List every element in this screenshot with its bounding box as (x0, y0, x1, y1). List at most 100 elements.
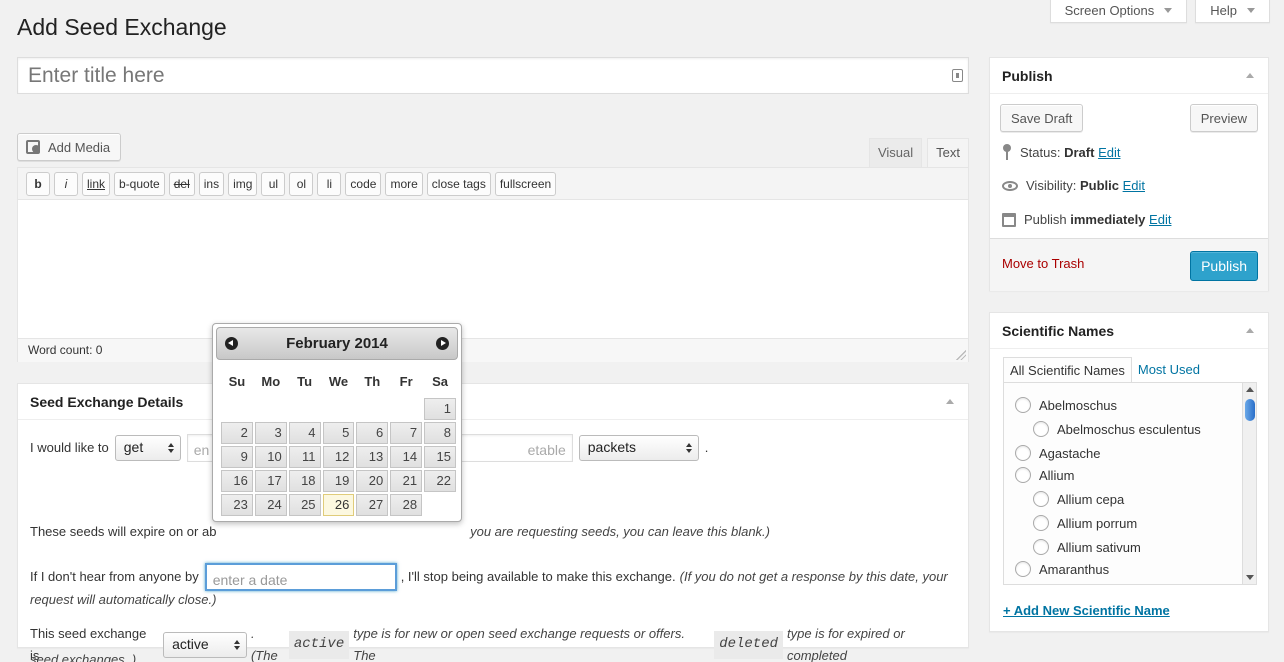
calendar-day[interactable]: 1 (424, 398, 456, 420)
calendar-day[interactable]: 13 (356, 446, 389, 468)
calendar-day[interactable]: 11 (288, 446, 321, 468)
calendar-day[interactable]: 5 (322, 422, 355, 444)
calendar-day[interactable]: 8 (424, 422, 456, 444)
list-item[interactable]: Allium cepa (1033, 491, 1124, 507)
list-item-label: Allium cepa (1057, 491, 1125, 507)
post-title-input[interactable]: Enter title here (17, 57, 969, 94)
prev-month-icon[interactable] (225, 337, 238, 350)
resize-handle-icon[interactable] (956, 350, 966, 360)
calendar-day[interactable]: 6 (356, 422, 389, 444)
qt-ul-button[interactable]: ul (261, 172, 286, 196)
calendar-day[interactable]: 25 (288, 494, 321, 516)
list-item[interactable]: Allium sativum (1033, 539, 1141, 555)
edit-visibility-link[interactable]: Edit (1123, 178, 1145, 193)
tab-text[interactable]: Text (927, 138, 969, 167)
radio-button[interactable] (1015, 467, 1031, 483)
qt-li-button[interactable]: li (317, 172, 342, 196)
calendar-day[interactable]: 22 (424, 470, 456, 492)
calendar-day[interactable]: 27 (356, 494, 389, 516)
calendar-day[interactable]: 28 (390, 494, 423, 516)
qt-code-button[interactable]: code (345, 172, 382, 196)
calendar-day[interactable]: 21 (390, 470, 423, 492)
qt-del-button[interactable]: del (168, 172, 195, 196)
scroll-thumb[interactable] (1245, 399, 1255, 421)
add-new-scientific-name-link[interactable]: + Add New Scientific Name (1003, 603, 1170, 618)
line4-note-d: seed exchanges. ) (30, 652, 137, 662)
calendar-day[interactable]: 20 (356, 470, 389, 492)
qt-more-button[interactable]: more (385, 172, 423, 196)
list-item-label: Allium sativum (1057, 539, 1141, 555)
exchange-status-select[interactable]: active (163, 632, 247, 659)
move-to-trash-link[interactable]: Move to Trash (1002, 256, 1084, 271)
next-month-icon[interactable] (436, 337, 449, 350)
deadline-date-input[interactable]: enter a date (204, 563, 397, 591)
visibility-row: Visibility: Public Edit (1002, 178, 1145, 193)
radio-button[interactable] (1033, 539, 1049, 555)
content-textarea[interactable] (18, 200, 968, 338)
list-item[interactable]: Allium porrum (1033, 515, 1137, 531)
weekday-header: Sa (432, 373, 448, 389)
add-media-button[interactable]: Add Media (17, 133, 122, 161)
qt-ins-button[interactable]: ins (198, 172, 225, 196)
calendar-day[interactable]: 24 (254, 494, 287, 516)
help-tab[interactable]: Help (1195, 0, 1270, 23)
screen-options-tab[interactable]: Screen Options (1049, 0, 1188, 23)
edit-schedule-link[interactable]: Edit (1149, 212, 1171, 227)
list-item[interactable]: Abelmoschus esculentus (1033, 421, 1201, 437)
keyboard-icon[interactable] (952, 69, 963, 82)
edit-status-link[interactable]: Edit (1098, 145, 1120, 160)
calendar-day[interactable]: 10 (254, 446, 287, 468)
list-item-label: Abelmoschus (1039, 397, 1118, 413)
radio-button[interactable] (1015, 561, 1031, 577)
calendar-day[interactable]: 15 (424, 446, 456, 468)
qt-ol-button[interactable]: ol (289, 172, 314, 196)
radio-button[interactable] (1033, 515, 1049, 531)
publish-button[interactable]: Publish (1190, 251, 1258, 281)
collapse-arrow-icon[interactable] (1246, 328, 1254, 333)
unit-select[interactable]: packets (578, 435, 699, 461)
calendar-day[interactable]: 19 (322, 470, 355, 492)
radio-button[interactable] (1033, 421, 1049, 437)
tab-all-scientific-names[interactable]: All Scientific Names (1003, 357, 1132, 383)
calendar-day[interactable]: 14 (390, 446, 423, 468)
calendar-day[interactable]: 2 (221, 422, 253, 444)
calendar-day[interactable]: 18 (288, 470, 321, 492)
qt-img-button[interactable]: img (228, 172, 258, 196)
scroll-up-icon[interactable] (1246, 387, 1254, 392)
qt-bold-button[interactable]: b (26, 172, 50, 196)
list-item[interactable]: Allium (1015, 467, 1074, 483)
radio-button[interactable] (1015, 445, 1031, 461)
qt-fullscreen-button[interactable]: fullscreen (494, 172, 557, 196)
list-item[interactable]: Abelmoschus (1015, 397, 1117, 413)
tab-visual[interactable]: Visual (868, 138, 923, 167)
save-draft-button[interactable]: Save Draft (1000, 104, 1084, 132)
calendar-day[interactable]: 4 (288, 422, 321, 444)
radio-button[interactable] (1033, 491, 1049, 507)
preview-button[interactable]: Preview (1189, 104, 1258, 132)
calendar-day[interactable]: 23 (221, 494, 253, 516)
qt-blockquote-button[interactable]: b-quote (114, 172, 165, 196)
tab-most-used[interactable]: Most Used (1132, 357, 1206, 383)
calendar-day[interactable]: 17 (254, 470, 287, 492)
scientific-names-tabs: All Scientific Names Most Used (1003, 357, 1206, 383)
calendar-day[interactable]: 9 (221, 446, 253, 468)
collapse-arrow-icon[interactable] (946, 399, 954, 404)
calendar-day[interactable]: 3 (254, 422, 287, 444)
scientific-names-header[interactable]: Scientific Names (990, 313, 1268, 349)
scroll-down-icon[interactable] (1246, 575, 1254, 580)
qt-link-button[interactable]: link (82, 172, 111, 196)
list-item[interactable]: Agastache (1015, 445, 1100, 461)
weekday-header: Tu (297, 373, 313, 389)
exchange-type-select[interactable]: get (114, 435, 181, 461)
list-item[interactable]: Amaranthus (1015, 561, 1109, 577)
calendar-day[interactable]: 7 (390, 422, 423, 444)
qt-italic-button[interactable]: i (54, 172, 78, 196)
details-header[interactable]: Seed Exchange Details (18, 384, 968, 420)
qt-close-tags-button[interactable]: close tags (426, 172, 491, 196)
line4-note-b: type is for new or open seed exchange re… (353, 626, 685, 662)
radio-button[interactable] (1015, 397, 1031, 413)
calendar-day[interactable]: 16 (221, 470, 253, 492)
calendar-day[interactable]: 12 (322, 446, 355, 468)
list-scrollbar[interactable] (1242, 383, 1256, 584)
calendar-day-today[interactable]: 26 (322, 494, 355, 516)
